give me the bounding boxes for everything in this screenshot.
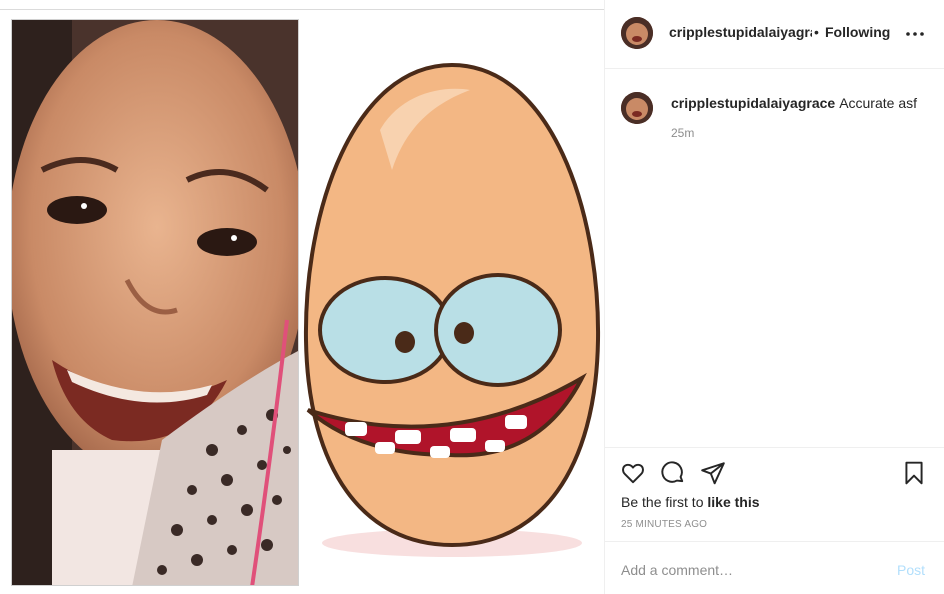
child-photo	[11, 19, 299, 586]
caption-time[interactable]: 25m	[671, 126, 694, 140]
following-button[interactable]: Following	[825, 24, 890, 40]
author-username[interactable]: cripplestupidalaiyagrace	[669, 24, 812, 40]
likes-line: Be the first to like this	[621, 494, 760, 510]
post-media[interactable]	[0, 10, 604, 594]
add-comment-section: Post	[605, 541, 944, 594]
caption-text: cripplestupidalaiyagrace Accurate asf	[671, 94, 931, 112]
caption-body: Accurate asf	[839, 95, 918, 111]
heart-icon[interactable]	[620, 460, 646, 486]
more-options-icon[interactable]	[903, 22, 927, 46]
egg-cartoon	[300, 10, 604, 594]
add-comment-input[interactable]	[621, 560, 881, 580]
follow-separator: •	[814, 24, 819, 40]
post-comment-button[interactable]: Post	[897, 562, 925, 578]
caption-username[interactable]: cripplestupidalaiyagrace	[671, 95, 835, 111]
paper-plane-icon[interactable]	[700, 460, 726, 486]
comment-bubble-icon[interactable]	[660, 460, 686, 486]
post-header: cripplestupidalaiyagrace • Following	[605, 0, 944, 69]
like-this-link[interactable]: like this	[707, 494, 759, 510]
likes-prefix: Be the first to	[621, 494, 704, 510]
caption-avatar[interactable]	[621, 92, 653, 124]
post-side-panel: cripplestupidalaiyagrace • Following cri…	[604, 0, 944, 594]
bookmark-icon[interactable]	[901, 460, 927, 486]
post-timestamp[interactable]: 25 MINUTES AGO	[621, 519, 707, 530]
action-bar	[605, 447, 944, 495]
author-avatar[interactable]	[621, 17, 653, 49]
